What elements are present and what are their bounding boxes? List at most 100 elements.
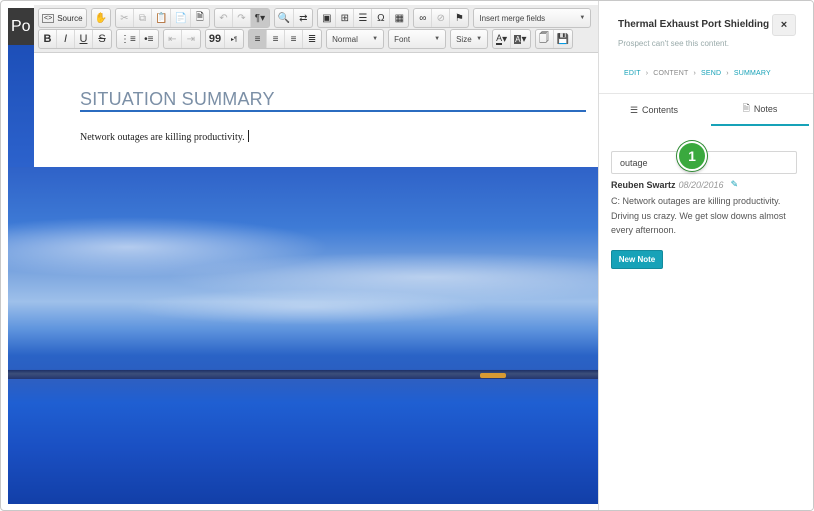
breadcrumb-summary[interactable]: SUMMARY [734,70,771,77]
find-icon[interactable]: 🔍 [275,9,295,27]
italic-button[interactable]: I [57,30,75,48]
hand-icon[interactable]: ✋ [92,9,110,27]
unlink-icon[interactable]: ⊘ [432,9,451,27]
underline-label: U [79,33,88,45]
tab-contents[interactable]: ☰ Contents [599,94,709,126]
bold-button[interactable]: B [39,30,57,48]
chevron-right-icon: › [726,70,729,77]
find-group: 🔍 ⇄ [273,8,314,28]
merge-fields-select[interactable]: Insert merge fields ▼ [473,8,592,28]
copy-icon[interactable]: ⧉ [134,9,152,27]
save-icon[interactable]: 💾 [554,30,572,48]
breadcrumb-edit[interactable]: EDIT [624,70,641,77]
numbered-list-icon[interactable]: ⋮≡ [117,30,140,48]
anchor-flag-icon[interactable]: ⚑ [450,9,468,27]
note-header: Reuben Swartz 08/20/2016 ✎ [611,179,738,190]
source-group: <> Source [38,8,87,28]
toolbar-row-2: B I U S ⋮≡ •≡ ⇤ ⇥ 99 ▸¶ ≡ ≡ ≡ ≣ Normal ▼… [38,29,577,49]
italic-label: I [63,33,68,45]
undo-icon[interactable]: ↶ [215,9,233,27]
note-text: C: Network outages are killing productiv… [611,196,786,235]
format-select[interactable]: Normal ▼ [326,29,385,49]
chevron-right-icon: › [645,70,649,77]
editor-toolbar: <> Source ✋ ✂ ⧉ 📋 📄 🗎 ↶ ↷ ¶▾ 🔍 ⇄ ▣ ⊞ ☰ Ω… [34,5,605,53]
toolbar-row-1: <> Source ✋ ✂ ⧉ 📋 📄 🗎 ↶ ↷ ¶▾ 🔍 ⇄ ▣ ⊞ ☰ Ω… [38,8,595,28]
clipboard-group: ✂ ⧉ 📋 📄 🗎 [115,8,210,28]
block-group: 99 ▸¶ [204,29,245,49]
text-color-label: A [496,33,503,45]
close-button[interactable]: × [772,14,796,36]
notes-panel: Thermal Exhaust Port Shielding Prospect … [598,1,813,510]
app-window: Po <> Source ✋ ✂ ⧉ 📋 📄 🗎 ↶ ↷ ¶▾ 🔍 ⇄ ▣ ⊞ … [0,0,814,511]
panel-subtitle: Prospect can't see this content. [618,39,729,48]
paste-text-icon[interactable]: 📄 [171,9,191,27]
breadcrumb-send[interactable]: SEND [701,70,721,77]
source-label: Source [57,13,83,23]
template-icon[interactable]: 🗍 [536,30,554,48]
tab-contents-label: Contents [642,105,679,115]
link-icon[interactable]: ∞ [414,9,433,27]
paste-word-icon[interactable]: 🗎 [191,9,209,27]
chevron-right-icon: › [693,70,697,77]
merge-fields-label: Insert merge fields [479,13,546,23]
step-badge: 1 [677,141,707,171]
close-icon: × [780,19,788,31]
font-select[interactable]: Font ▼ [388,29,447,49]
horizontal-rule-icon[interactable]: ☰ [354,9,373,27]
align-justify-icon[interactable]: ≣ [303,30,321,48]
boat [480,373,506,378]
document-icon: 🗎 [742,103,750,113]
breadcrumb-content[interactable]: CONTENT [653,70,688,77]
heading-rule [80,110,586,112]
quote-label: 99 [208,33,222,45]
size-select[interactable]: Size ▼ [450,29,489,49]
tab-notes[interactable]: 🗎 Notes [711,94,809,126]
color-group: A ▾ A ▾ [492,29,531,49]
underline-button[interactable]: U [75,30,93,48]
bidi-icon[interactable]: ▸¶ [225,30,243,48]
step-badge-number: 1 [688,148,696,164]
cut-icon[interactable]: ✂ [116,9,134,27]
strikethrough-button[interactable]: S [93,30,111,48]
clouds [8,207,598,327]
list-icon: ☰ [629,104,639,115]
replace-icon[interactable]: ⇄ [294,9,312,27]
document-body-text: Network outages are killing productivity… [80,132,245,143]
new-note-button[interactable]: New Note [611,250,663,269]
special-char-icon[interactable]: Ω [372,9,391,27]
image-icon[interactable]: ▣ [318,9,337,27]
redo-icon[interactable]: ↷ [233,9,251,27]
document-body[interactable]: Network outages are killing productivity… [80,130,249,143]
basic-style-group: B I U S [38,29,112,49]
media-icon[interactable]: ▦ [390,9,408,27]
hand-group: ✋ [90,8,111,28]
document-heading[interactable]: SITUATION SUMMARY [80,89,275,110]
align-right-icon[interactable]: ≡ [285,30,304,48]
app-corner-label: Po [8,8,34,45]
link-group: ∞ ⊘ ⚑ [413,8,470,28]
align-left-icon[interactable]: ≡ [249,30,268,48]
list-group: ⋮≡ •≡ [116,29,159,49]
chevron-down-icon: ▼ [476,36,483,42]
chevron-down-icon: ▼ [434,36,441,42]
tab-notes-label: Notes [753,104,778,114]
background-edge [8,45,34,167]
paragraph-direction-icon[interactable]: ¶▾ [250,9,269,27]
table-icon[interactable]: ⊞ [336,9,355,27]
paste-icon[interactable]: 📋 [152,9,172,27]
source-button[interactable]: <> Source [39,9,86,27]
text-color-button[interactable]: A ▾ [493,30,512,48]
panel-title: Thermal Exhaust Port Shielding [618,19,770,30]
misc-group: 🗍 💾 [534,29,573,49]
pencil-icon[interactable]: ✎ [731,179,739,190]
note-date: 08/20/2016 [678,179,724,190]
bulleted-list-icon[interactable]: •≡ [140,30,158,48]
bg-color-label: A [514,34,522,44]
chevron-down-icon: ▼ [579,15,586,21]
bg-color-button[interactable]: A ▾ [511,30,529,48]
outdent-icon[interactable]: ⇤ [164,30,182,48]
align-center-icon[interactable]: ≡ [267,30,286,48]
blockquote-button[interactable]: 99 [206,30,226,48]
indent-icon[interactable]: ⇥ [182,30,200,48]
editor-page[interactable]: SITUATION SUMMARY Network outages are ki… [34,53,598,167]
